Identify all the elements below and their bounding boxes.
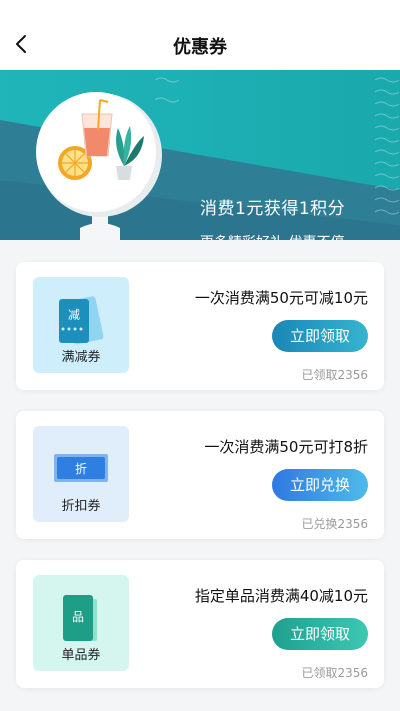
coupon-tile: 折 折扣券 (33, 426, 129, 522)
coupon-tile: 减 满减券 (33, 277, 129, 373)
tile-label: 折扣券 (61, 499, 101, 514)
coupon-description: 指定单品消费满40减10元 (194, 587, 368, 605)
tile-icon-text: 减 (68, 308, 80, 322)
coupon-description: 一次消费满50元可打8折 (204, 438, 368, 456)
coupon-card-discount: 减 满减券 一次消费满50元可减10元 立即领取 已领取2356 (16, 262, 384, 390)
coupon-description: 一次消费满50元可减10元 (194, 289, 368, 307)
promo-banner: 消费1元获得1积分 更多精彩好礼 优惠不停 (0, 70, 400, 240)
tile-label: 单品券 (61, 648, 101, 663)
redeemed-count: 已兑换2356 (301, 517, 368, 531)
claimed-count: 已领取2356 (301, 368, 368, 382)
tile-label: 满减券 (61, 350, 101, 365)
coupon-card-percent: 折 折扣券 一次消费满50元可打8折 立即兑换 已兑换2356 (16, 411, 384, 539)
tile-icon-text: 折 (75, 461, 87, 476)
coupon-card-single-item: 品 单品券 指定单品消费满40减10元 立即领取 已领取2356 (16, 560, 384, 688)
banner-headline: 消费1元获得1积分 (200, 199, 346, 219)
coupon-tile: 品 单品券 (33, 575, 129, 671)
claimed-count: 已领取2356 (301, 666, 368, 680)
redeem-button[interactable]: 立即兑换 (272, 469, 368, 501)
app-header: 优惠券 (0, 0, 400, 70)
claim-button[interactable]: 立即领取 (272, 320, 368, 352)
tile-icon-text: 品 (72, 610, 84, 624)
claim-button[interactable]: 立即领取 (272, 618, 368, 650)
banner-subline: 更多精彩好礼 优惠不停 (200, 232, 344, 240)
page-title: 优惠券 (173, 37, 227, 58)
